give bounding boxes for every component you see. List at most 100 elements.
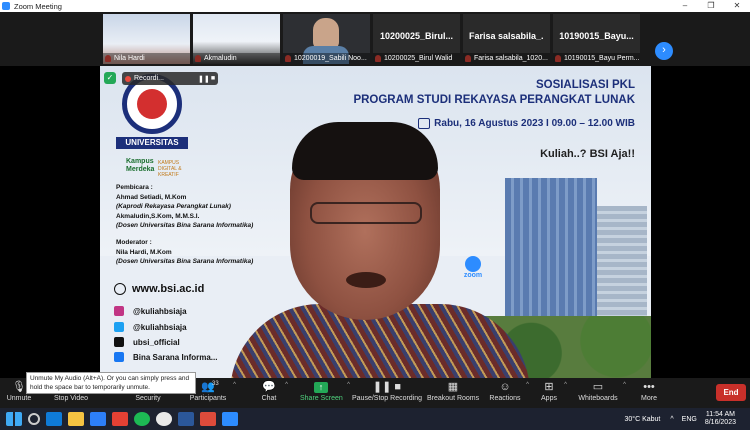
windows-start-icon[interactable] — [6, 412, 22, 426]
encryption-shield-icon[interactable]: ✓ — [104, 72, 116, 84]
clock-time: 11:54 AM — [705, 411, 735, 418]
moderator-role: (Dosen Universitas Bina Sarana Informati… — [116, 258, 254, 265]
speaker-1-name: Ahmad Setiadi, M.Kom — [116, 193, 187, 201]
participant-tile[interactable]: 10200019_Sabili Noo... — [283, 14, 370, 64]
language-indicator[interactable]: ENG — [682, 416, 697, 423]
pause-recording-label: Pause/Stop Recording — [352, 395, 423, 402]
smiley-icon: ☺ — [499, 381, 511, 393]
tiktok-icon — [114, 337, 124, 347]
whiteboards-button[interactable]: ▭ Whiteboards ^ — [578, 380, 626, 403]
globe-icon — [114, 283, 126, 295]
instagram-handle: @kuliahbsiaja — [133, 306, 187, 316]
chevron-right-icon[interactable]: › — [655, 42, 673, 60]
speaker-glasses — [310, 202, 422, 224]
participant-name: Farisa salsabila_1020... — [463, 53, 550, 64]
chevron-up-icon[interactable]: ^ — [233, 382, 236, 388]
speakers-section: Pembicara : Ahmad Setiadi, M.Kom (Kaprod… — [116, 183, 253, 231]
window-title: Zoom Meeting — [14, 1, 62, 11]
store-icon[interactable] — [90, 412, 106, 426]
participant-tile[interactable]: 10200025_Birul... 10200025_Birul Walid — [373, 14, 460, 64]
weather-text[interactable]: 30°C Kabut — [624, 416, 660, 423]
speaker-2-name: Akmaludin,S.Kom, M.M.S.I. — [116, 212, 200, 220]
spotify-icon[interactable] — [134, 412, 150, 426]
facebook-handle: Bina Sarana Informa... — [133, 352, 218, 362]
facebook-line: Bina Sarana Informa... — [114, 352, 217, 362]
moderator-section: Moderator : Nila Hardi, M.Kom (Dosen Uni… — [116, 238, 253, 267]
speaker-1-role: (Kaprodi Rekayasa Perangkat Lunak) — [116, 203, 231, 210]
powerpoint-icon[interactable] — [200, 412, 216, 426]
share-screen-label: Share Screen — [300, 395, 343, 402]
participant-big-name: Farisa salsabila_... — [469, 31, 544, 41]
more-dots-icon: ••• — [643, 381, 655, 393]
participants-label: Participants — [189, 395, 227, 402]
more-label: More — [641, 395, 657, 402]
end-meeting-button[interactable]: End — [716, 384, 746, 401]
apps-button[interactable]: ⊞ Apps ^ — [539, 380, 567, 403]
tray-arrow-icon[interactable]: ^ — [670, 416, 673, 423]
file-explorer-icon[interactable] — [68, 412, 84, 426]
participant-big-name: 10190015_Bayu... — [559, 31, 634, 41]
participant-tile[interactable]: Akmaludin — [193, 14, 280, 64]
pause-stop-recording-button[interactable]: ❚❚ ■ Pause/Stop Recording — [352, 380, 422, 403]
zoom-taskbar-icon[interactable] — [222, 412, 238, 426]
speaker-2-role: (Dosen Universitas Bina Sarana Informati… — [116, 222, 254, 229]
kampus-digital-logo: KAMPUS DIGITAL & KREATIF — [158, 160, 182, 178]
pause-icon[interactable]: ❚❚ — [198, 75, 210, 83]
stop-icon[interactable]: ■ — [208, 75, 218, 83]
website-line: www.bsi.ac.id — [114, 283, 204, 295]
participant-big-name: 10200025_Birul... — [379, 31, 454, 41]
whiteboard-icon: ▭ — [592, 381, 604, 393]
unmute-label: Unmute — [6, 395, 32, 402]
chat-button[interactable]: 💬 Chat ^ — [258, 380, 288, 403]
twitter-handle: @kuliahbsiaja — [133, 322, 187, 332]
chevron-up-icon[interactable]: ^ — [623, 382, 626, 388]
facebook-icon — [114, 352, 124, 362]
window-titlebar: Zoom Meeting – ❐ ✕ — [0, 0, 750, 12]
chevron-up-icon[interactable]: ^ — [564, 382, 567, 388]
clock-date: 8/16/2023 — [704, 419, 736, 426]
minimize-button[interactable]: – — [672, 0, 698, 12]
word-icon[interactable] — [178, 412, 194, 426]
grid-icon: ▦ — [447, 381, 459, 393]
speaker-mouth — [346, 272, 386, 288]
participant-tile[interactable]: 10190015_Bayu... 10190015_Bayu Perm... — [553, 14, 640, 64]
share-screen-icon: ↑ — [300, 380, 342, 394]
pause-stop-icon: ❚❚ ■ — [372, 381, 402, 393]
chrome-icon[interactable] — [112, 412, 128, 426]
breakout-rooms-button[interactable]: ▦ Breakout Rooms — [427, 380, 479, 403]
more-button[interactable]: ••• More — [640, 380, 658, 403]
logo-text: UNIVERSITAS — [116, 137, 188, 149]
participant-name: 10200025_Birul Walid — [373, 53, 460, 64]
share-screen-button[interactable]: ↑ Share Screen ^ — [300, 380, 350, 403]
search-icon[interactable] — [28, 413, 40, 425]
participant-name: Akmaludin — [193, 53, 280, 64]
speaker-hair — [292, 122, 438, 180]
clock[interactable]: 11:54 AM 8/16/2023 — [705, 411, 736, 427]
close-button[interactable]: ✕ — [724, 0, 750, 12]
maximize-button[interactable]: ❐ — [698, 0, 724, 12]
chevron-up-icon[interactable]: ^ — [285, 382, 288, 388]
participant-tile[interactable]: Nila Hardi — [103, 14, 190, 64]
media-player-icon[interactable] — [156, 412, 172, 426]
chat-label: Chat — [261, 395, 277, 402]
moderator-label: Moderator : — [116, 239, 152, 246]
chat-bubble-icon: 💬 — [262, 381, 276, 393]
instagram-line: @kuliahbsiaja — [114, 306, 187, 316]
participant-tile[interactable]: Farisa salsabila_... Farisa salsabila_10… — [463, 14, 550, 64]
moderator-name: Nila Hardi, M.Kom — [116, 248, 172, 256]
breakout-rooms-label: Breakout Rooms — [427, 395, 480, 402]
chevron-up-icon[interactable]: ^ — [526, 382, 529, 388]
reactions-button[interactable]: ☺ Reactions ^ — [489, 380, 529, 403]
website-text: www.bsi.ac.id — [132, 283, 205, 295]
speaker-video — [230, 122, 530, 378]
participant-strip: Nila Hardi Akmaludin 10200019_Sabili Noo… — [0, 12, 750, 66]
reactions-label: Reactions — [489, 395, 521, 402]
whiteboards-label: Whiteboards — [578, 395, 618, 402]
unmute-tooltip: Unmute My Audio (Alt+A). Or you can simp… — [26, 372, 196, 394]
apps-label: Apps — [541, 395, 557, 402]
edge-icon[interactable] — [46, 412, 62, 426]
chevron-up-icon[interactable]: ^ — [347, 382, 350, 388]
participant-name: Nila Hardi — [103, 53, 190, 64]
record-dot-icon — [125, 75, 131, 82]
main-video-stage: UNIVERSITAS Kampus Merdeka KAMPUS DIGITA… — [100, 66, 651, 378]
